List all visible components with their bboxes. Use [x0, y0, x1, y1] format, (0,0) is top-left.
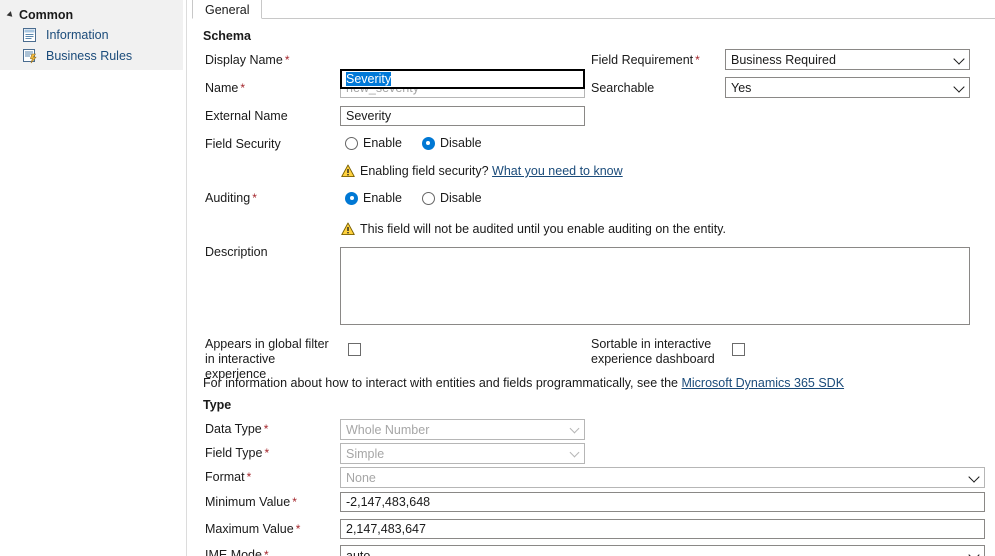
searchable-select-wrap[interactable]: Yes	[725, 77, 970, 98]
field-requirement-select[interactable]: Business Required	[725, 49, 970, 70]
sidebar-item-information[interactable]: Information	[22, 27, 109, 43]
auditing-warning-text: This field will not be audited until you…	[360, 222, 726, 237]
document-icon	[22, 27, 39, 43]
ime-mode-select-wrap[interactable]: auto	[340, 545, 985, 556]
what-you-need-to-know-link[interactable]: What you need to know	[492, 164, 623, 178]
label-field-type: Field Type*	[205, 446, 269, 461]
label-maximum-value: Maximum Value*	[205, 522, 300, 537]
required-asterisk: *	[264, 422, 269, 436]
searchable-select[interactable]: Yes	[725, 77, 970, 98]
external-name-input[interactable]	[340, 106, 585, 126]
sortable-checkbox[interactable]	[732, 343, 745, 356]
label-ime-mode: IME Mode*	[205, 548, 269, 556]
data-type-select-wrap[interactable]: Whole Number	[340, 419, 585, 440]
field-security-warning: Enabling field security? What you need t…	[341, 164, 623, 179]
radio-dot	[422, 192, 435, 205]
field-editor-page: Common Information Business Rules	[0, 0, 995, 556]
label-external-name: External Name	[205, 109, 288, 124]
required-asterisk: *	[247, 470, 252, 484]
data-type-select[interactable]: Whole Number	[340, 419, 585, 440]
label-description: Description	[205, 245, 268, 260]
auditing-radio-group: Enable Disable	[345, 191, 502, 205]
field-type-select-wrap[interactable]: Simple	[340, 443, 585, 464]
label-searchable: Searchable	[591, 81, 654, 96]
required-asterisk: *	[264, 446, 269, 460]
global-filter-checkbox[interactable]	[348, 343, 361, 356]
description-textarea[interactable]	[340, 247, 970, 325]
maximum-value-input[interactable]	[340, 519, 985, 539]
warning-icon	[341, 222, 355, 236]
label-name: Name*	[205, 81, 245, 96]
auditing-disable-radio[interactable]: Disable	[422, 191, 482, 205]
radio-dot-selected	[345, 192, 358, 205]
sidebar-item-label: Business Rules	[46, 49, 132, 63]
required-asterisk: *	[252, 191, 257, 205]
label-minimum-value: Minimum Value*	[205, 495, 297, 510]
sdk-note: For information about how to interact wi…	[203, 376, 844, 390]
tab-general[interactable]: General	[192, 0, 262, 19]
name-input[interactable]	[340, 78, 585, 98]
sidebar-divider	[186, 0, 187, 556]
label-field-security: Field Security	[205, 137, 281, 152]
expand-triangle-icon[interactable]	[7, 11, 15, 19]
required-asterisk: *	[264, 548, 269, 556]
label-data-type: Data Type*	[205, 422, 268, 437]
section-title-type: Type	[203, 398, 231, 412]
label-display-name: Display Name*	[205, 53, 289, 68]
minimum-value-input[interactable]	[340, 492, 985, 512]
field-security-enable-radio[interactable]: Enable	[345, 136, 402, 150]
sidebar-item-label: Information	[46, 28, 109, 42]
required-asterisk: *	[285, 53, 290, 67]
sidebar-group-label: Common	[19, 8, 73, 22]
required-asterisk: *	[296, 522, 301, 536]
auditing-enable-radio[interactable]: Enable	[345, 191, 402, 205]
format-select[interactable]: None	[340, 467, 985, 488]
radio-dot	[345, 137, 358, 150]
label-auditing: Auditing*	[205, 191, 257, 206]
section-title-schema: Schema	[203, 29, 251, 43]
format-select-wrap[interactable]: None	[340, 467, 985, 488]
label-sortable: Sortable in interactive experience dashb…	[591, 337, 721, 367]
required-asterisk: *	[240, 81, 245, 95]
required-asterisk: *	[292, 495, 297, 509]
field-security-disable-radio[interactable]: Disable	[422, 136, 482, 150]
required-asterisk: *	[695, 53, 700, 67]
label-format: Format*	[205, 470, 251, 485]
business-rules-icon	[22, 48, 39, 64]
sidebar-group-common[interactable]: Common	[8, 8, 73, 22]
field-security-radio-group: Enable Disable	[345, 136, 502, 150]
field-type-select[interactable]: Simple	[340, 443, 585, 464]
auditing-warning: This field will not be audited until you…	[341, 222, 726, 237]
field-security-warning-text: Enabling field security? What you need t…	[360, 164, 623, 179]
warning-icon	[341, 164, 355, 178]
dynamics-365-sdk-link[interactable]: Microsoft Dynamics 365 SDK	[681, 376, 844, 390]
radio-dot-selected	[422, 137, 435, 150]
tab-strip-filler	[250, 0, 995, 19]
tab-strip: General	[192, 0, 995, 19]
label-field-requirement: Field Requirement*	[591, 53, 700, 68]
sidebar-item-business-rules[interactable]: Business Rules	[22, 48, 132, 64]
ime-mode-select[interactable]: auto	[340, 545, 985, 556]
field-requirement-select-wrap[interactable]: Business Required	[725, 49, 970, 70]
